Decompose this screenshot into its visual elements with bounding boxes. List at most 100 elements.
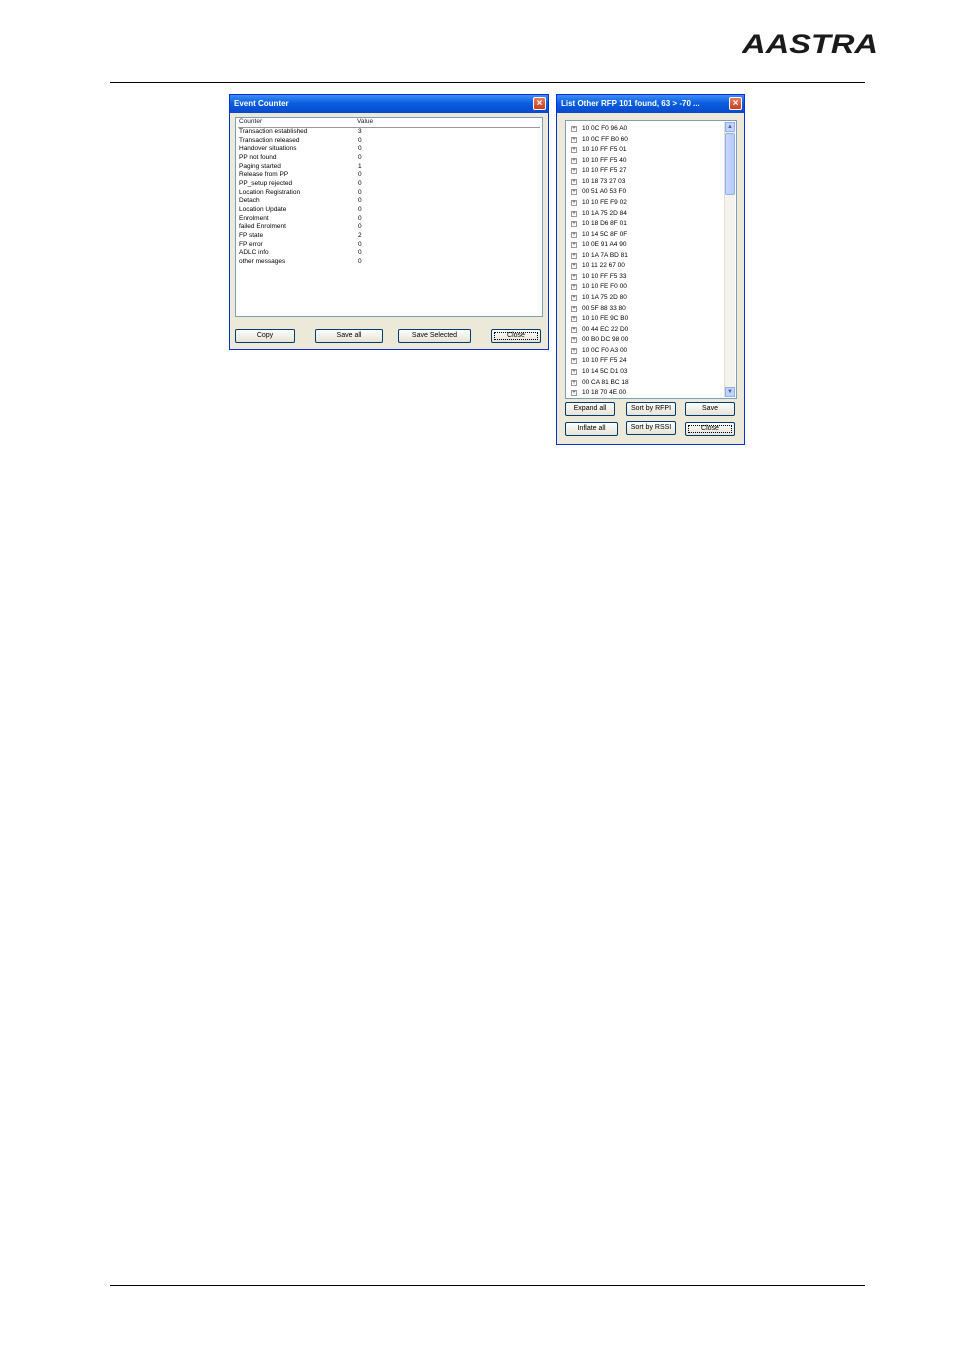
counter-value: 0 [358, 240, 362, 248]
rfp-id: 10 18 70 4E 00 [582, 389, 627, 397]
list-item[interactable]: +10 10 FE 9C B0 [568, 314, 629, 325]
counter-name: Transaction released [239, 136, 300, 144]
save-all-button[interactable]: Save all [315, 329, 383, 343]
expand-plus-icon[interactable]: + [571, 136, 577, 143]
rfp-id: 10 10 FE 9C B0 [582, 315, 629, 323]
vertical-scrollbar[interactable]: ▲ ▼ [724, 122, 735, 397]
expand-plus-icon[interactable]: + [571, 379, 577, 386]
expand-plus-icon[interactable]: + [571, 337, 577, 344]
list-item[interactable]: +10 18 73 27 03 [568, 177, 629, 188]
expand-plus-icon[interactable]: + [571, 295, 577, 301]
expand-plus-icon[interactable]: + [571, 305, 577, 312]
close-icon[interactable]: × [533, 97, 546, 110]
expand-plus-icon[interactable]: + [571, 189, 577, 196]
counter-value: 0 [358, 249, 362, 257]
close-icon[interactable]: × [729, 97, 742, 110]
list-item[interactable]: +10 10 FF F5 27 [568, 166, 629, 177]
list-item[interactable]: +10 18 D6 8F 01 [568, 219, 629, 230]
event-counter-window: Event Counter × Counter Value Transactio… [229, 94, 549, 350]
event-counter-titlebar[interactable]: Event Counter [230, 95, 548, 113]
expand-plus-icon[interactable]: + [571, 273, 577, 280]
copy-button[interactable]: Copy [235, 329, 295, 343]
expand-plus-icon[interactable]: + [571, 252, 577, 259]
expand-plus-icon[interactable]: + [571, 157, 577, 164]
rfp-id: 10 1A 75 2D 80 [582, 294, 627, 301]
list-item[interactable]: +10 18 70 4E 00 [568, 388, 629, 399]
rfp-id: 00 5F 88 33 80 [582, 304, 626, 312]
list-item[interactable]: +10 10 FF F5 33 [568, 272, 629, 283]
event-counter-list[interactable]: Counter Value Transaction established 3 Tr… [235, 117, 543, 317]
column-header-value[interactable]: Value [357, 118, 373, 125]
counter-name: Handover situations [239, 145, 297, 153]
rfp-id: 10 0C F0 A3 00 [582, 346, 628, 354]
expand-plus-icon[interactable]: + [571, 210, 577, 217]
expand-plus-icon[interactable]: + [571, 390, 577, 397]
list-item[interactable]: +10 1A 75 2D 80 [568, 293, 629, 304]
rfp-tree-list[interactable]: +10 0C F0 96 A0 +10 0C FF B0 60 +10 10 FF … [565, 120, 737, 399]
rfp-id: 10 0C FF B0 60 [582, 135, 628, 143]
list-item[interactable]: +10 0C F0 A3 00 [568, 346, 629, 357]
list-item[interactable]: +10 11 22 67 00 [568, 261, 629, 272]
counter-name: Enrolment [239, 214, 269, 222]
counter-value: 0 [358, 153, 362, 161]
rfp-id: 10 1A 7A BD 81 [582, 251, 628, 259]
rfp-id: 10 0C F0 96 A0 [582, 125, 628, 132]
list-item[interactable]: +10 1A 75 2D 84 [568, 209, 629, 220]
counter-name: FP error [239, 240, 263, 248]
list-item[interactable]: +10 0C F0 96 A0 [568, 124, 629, 135]
expand-all-button[interactable]: Expand all [565, 402, 615, 416]
expand-plus-icon[interactable]: + [571, 126, 577, 132]
list-item[interactable]: +10 1A 7A BD 81 [568, 251, 629, 262]
counter-value: 0 [358, 145, 362, 153]
list-item[interactable]: +00 44 EC 22 D0 [568, 325, 629, 336]
list-item[interactable]: +10 0E 91 A4 90 [568, 240, 629, 251]
counter-value: 0 [358, 214, 362, 222]
expand-plus-icon[interactable]: + [571, 263, 577, 270]
save-button[interactable]: Save [685, 402, 735, 416]
expand-plus-icon[interactable]: + [571, 368, 577, 375]
scrollbar-thumb[interactable] [725, 133, 735, 195]
expand-plus-icon[interactable]: + [571, 347, 577, 354]
expand-plus-icon[interactable]: + [571, 178, 577, 185]
list-item[interactable]: +10 10 FF F5 01 [568, 145, 629, 156]
close-button[interactable]: Close [491, 329, 541, 343]
counter-name: FP state [239, 231, 264, 239]
counter-name: Release from PP [239, 171, 289, 179]
scroll-down-arrow-icon[interactable]: ▼ [725, 387, 735, 397]
rfp-id: 10 11 22 67 00 [582, 262, 625, 270]
rfp-list-titlebar[interactable]: List Other RFP 101 found, 63 > -70 ... [557, 95, 744, 113]
list-item[interactable]: +10 14 5C 8F 0F [568, 230, 629, 241]
list-item[interactable]: +10 10 FF F5 40 [568, 156, 629, 167]
sort-by-rssi-button[interactable]: Sort by RSSI [626, 421, 676, 435]
expand-plus-icon[interactable]: + [571, 316, 577, 323]
list-item[interactable]: +10 10 FF F5 24 [568, 356, 629, 367]
list-item[interactable]: +10 10 FE F0 00 [568, 282, 629, 293]
inflate-all-button[interactable]: Inflate all [565, 422, 618, 436]
expand-plus-icon[interactable]: + [571, 199, 577, 206]
counter-value: 3 [358, 128, 362, 135]
rfp-close-button[interactable]: Close [685, 422, 735, 436]
list-item[interactable]: +00 5F 88 33 80 [568, 304, 629, 315]
list-item[interactable]: +10 14 5C D1 03 [568, 367, 629, 378]
expand-plus-icon[interactable]: + [571, 231, 577, 238]
save-selected-button[interactable]: Save Selected [398, 329, 471, 343]
scroll-up-arrow-icon[interactable]: ▲ [725, 122, 735, 132]
expand-plus-icon[interactable]: + [571, 221, 577, 228]
column-header-counter[interactable]: Counter [239, 118, 262, 125]
rfp-id: 10 10 FF F5 27 [582, 167, 627, 175]
logo-text: AASTRA [742, 29, 878, 58]
expand-plus-icon[interactable]: + [571, 358, 577, 365]
expand-plus-icon[interactable]: + [571, 284, 577, 291]
counter-value: 0 [358, 205, 362, 213]
counter-name: failed Enrolment [239, 223, 286, 231]
expand-plus-icon[interactable]: + [571, 326, 577, 333]
expand-plus-icon[interactable]: + [571, 168, 577, 175]
list-item[interactable]: +00 CA 81 BC 18 [568, 378, 629, 389]
expand-plus-icon[interactable]: + [571, 242, 577, 249]
list-item[interactable]: +00 B0 DC 98 00 [568, 335, 629, 346]
list-item[interactable]: +10 0C FF B0 60 [568, 135, 629, 146]
list-item[interactable]: +00 51 A0 53 F0 [568, 187, 629, 198]
sort-by-rfpi-button[interactable]: Sort by RFPI [626, 402, 676, 416]
expand-plus-icon[interactable]: + [571, 147, 577, 154]
list-item[interactable]: +10 10 FE F9 02 [568, 198, 629, 209]
